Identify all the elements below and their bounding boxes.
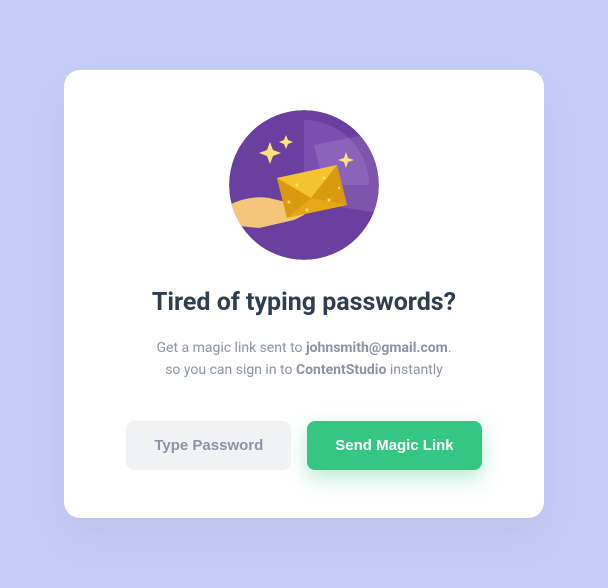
magic-link-card: Tired of typing passwords? Get a magic l… — [64, 70, 544, 519]
envelope-illustration — [229, 110, 379, 260]
subtitle-after-email: . — [448, 340, 452, 356]
subtitle-email: johnsmith@gmail.com — [306, 340, 448, 356]
button-row: Type Password Send Magic Link — [104, 421, 504, 470]
type-password-button[interactable]: Type Password — [126, 421, 291, 470]
send-magic-link-button[interactable]: Send Magic Link — [307, 421, 481, 470]
subtitle: Get a magic link sent to johnsmith@gmail… — [156, 337, 451, 382]
heading: Tired of typing passwords? — [152, 288, 456, 317]
subtitle-prefix: Get a magic link sent to — [156, 340, 306, 356]
subtitle-line2-prefix: so you can sign in to — [165, 362, 296, 378]
subtitle-line2-suffix: instantly — [386, 362, 442, 378]
subtitle-brand: ContentStudio — [296, 362, 386, 378]
